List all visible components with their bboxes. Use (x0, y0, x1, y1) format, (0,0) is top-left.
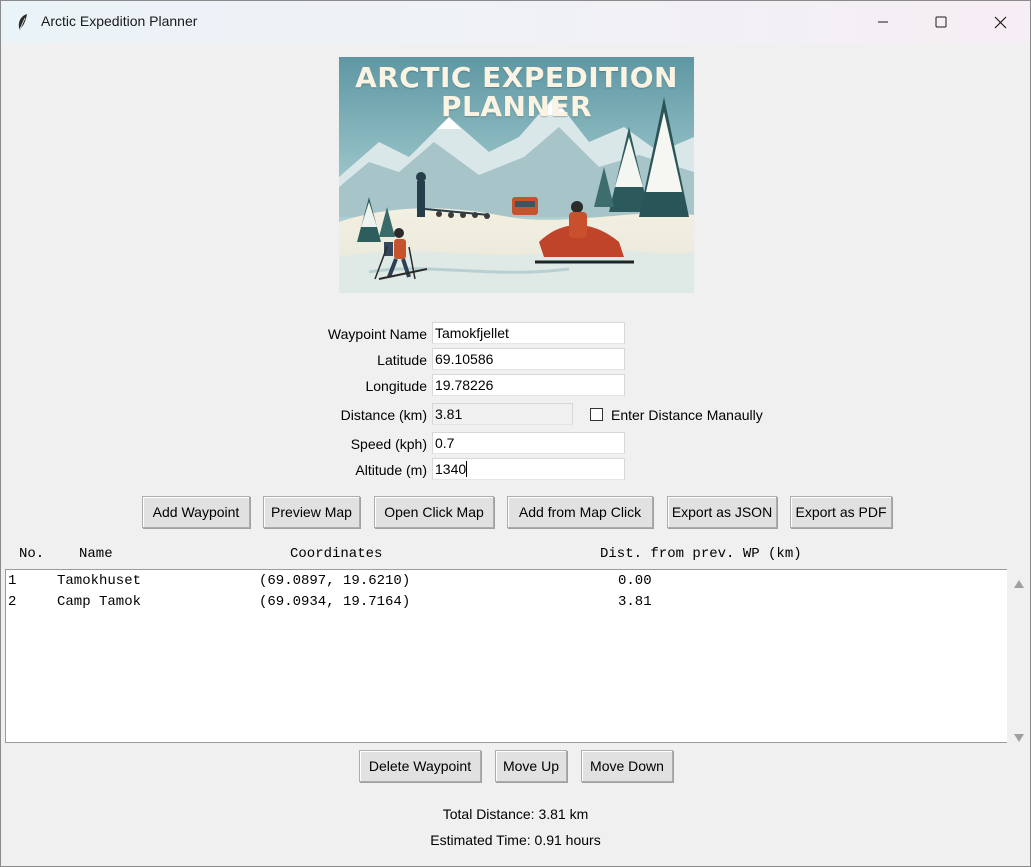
header-coordinates: Coordinates (290, 546, 383, 562)
row-coords: (69.0897, 19.6210) (259, 573, 411, 589)
text-caret (466, 461, 468, 477)
altitude-field[interactable]: 1340 (432, 458, 625, 480)
maximize-icon (935, 16, 947, 28)
row-dist: 3.81 (618, 594, 652, 610)
latitude-field[interactable]: 69.10586 (432, 348, 625, 370)
manual-distance-label[interactable]: Enter Distance Manaully (611, 407, 763, 423)
minimize-button[interactable] (854, 1, 912, 43)
preview-map-button[interactable]: Preview Map (263, 496, 360, 528)
delete-waypoint-button[interactable]: Delete Waypoint (359, 750, 481, 782)
row-name: Tamokhuset (57, 573, 142, 589)
altitude-value: 1340 (435, 461, 467, 477)
waypoint-list[interactable]: 1 Tamokhuset (69.0897, 19.6210) 0.00 2 C… (5, 569, 1007, 743)
row-no: 2 (8, 594, 17, 610)
latitude-label: Latitude (377, 352, 427, 368)
header-no: No. (19, 546, 45, 562)
header-name: Name (79, 546, 113, 562)
row-name: Camp Tamok (57, 594, 142, 610)
waypoint-name-label: Waypoint Name (327, 326, 427, 342)
row-coords: (69.0934, 19.7164) (259, 594, 411, 610)
close-button[interactable] (971, 1, 1029, 43)
row-dist: 0.00 (618, 573, 652, 589)
distance-field[interactable]: 3.81 (432, 403, 573, 425)
speed-field[interactable]: 0.7 (432, 432, 625, 454)
move-down-button[interactable]: Move Down (581, 750, 673, 782)
distance-label: Distance (km) (340, 407, 427, 423)
export-pdf-button[interactable]: Export as PDF (790, 496, 892, 528)
export-json-button[interactable]: Export as JSON (667, 496, 777, 528)
longitude-field[interactable]: 19.78226 (432, 374, 625, 396)
estimated-time-text: Estimated Time: 0.91 hours (430, 832, 601, 848)
banner-image: ARCTIC EXPEDITION PLANNER (339, 57, 694, 293)
app-window: Arctic Expedition Planner ARCTIC EXPEDIT… (0, 0, 1031, 867)
title-bar[interactable]: Arctic Expedition Planner (1, 1, 1030, 43)
list-scrollbar[interactable] (1009, 569, 1029, 743)
header-distance: Dist. from prev. WP (km) (600, 546, 802, 562)
window-title: Arctic Expedition Planner (41, 13, 198, 29)
move-up-button[interactable]: Move Up (495, 750, 567, 782)
open-click-map-button[interactable]: Open Click Map (374, 496, 494, 528)
total-distance-text: Total Distance: 3.81 km (442, 806, 589, 822)
row-no: 1 (8, 573, 17, 589)
altitude-label: Altitude (m) (355, 462, 427, 478)
banner-title-line2: PLANNER (440, 90, 593, 123)
scroll-up-icon[interactable] (1014, 575, 1024, 591)
add-waypoint-button[interactable]: Add Waypoint (142, 496, 250, 528)
close-icon (994, 16, 1007, 29)
manual-distance-checkbox[interactable] (590, 408, 603, 421)
waypoint-name-field[interactable]: Tamokfjellet (432, 322, 625, 344)
feather-icon (15, 13, 31, 31)
add-from-map-click-button[interactable]: Add from Map Click (507, 496, 653, 528)
maximize-button[interactable] (912, 1, 970, 43)
scroll-down-icon[interactable] (1014, 729, 1024, 745)
longitude-label: Longitude (365, 378, 427, 394)
minimize-icon (877, 16, 889, 28)
speed-label: Speed (kph) (350, 436, 427, 452)
